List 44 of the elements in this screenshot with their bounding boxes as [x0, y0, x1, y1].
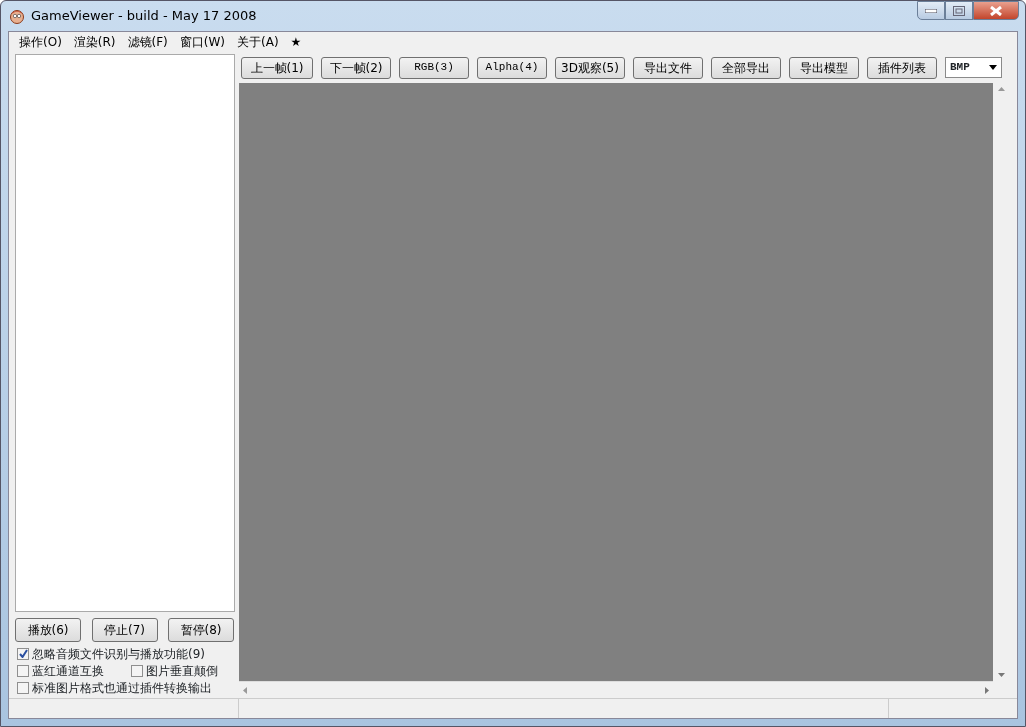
- app-icon: [9, 8, 25, 24]
- checkbox[interactable]: [17, 681, 29, 694]
- toolbar-button[interactable]: 全部导出: [711, 56, 781, 79]
- toolbar-button[interactable]: RGB(3): [399, 56, 469, 79]
- toolbar-button[interactable]: Alpha(4): [477, 56, 547, 79]
- minimize-icon: [925, 8, 937, 13]
- playback-button[interactable]: 暂停(8): [168, 618, 234, 642]
- menu-item[interactable]: 渲染(R): [67, 33, 122, 51]
- menu-item[interactable]: ★: [284, 33, 308, 51]
- playback-button[interactable]: 播放(6): [15, 618, 81, 642]
- menu-item[interactable]: 关于(A): [231, 33, 285, 51]
- close-button[interactable]: [973, 1, 1019, 20]
- checkbox-option[interactable]: 蓝红通道互换: [17, 662, 111, 679]
- toolbar-button[interactable]: 3D观察(5): [555, 56, 625, 79]
- checkbox[interactable]: [17, 664, 29, 677]
- checkbox[interactable]: [17, 647, 29, 660]
- maximize-button[interactable]: [945, 1, 973, 20]
- maximize-icon: [953, 5, 965, 16]
- format-select[interactable]: BMP: [945, 57, 1002, 78]
- option-label: 图片垂直颠倒: [146, 662, 218, 680]
- checkbox-option[interactable]: 忽略音频文件识别与播放功能(9): [17, 645, 235, 662]
- scroll-down-icon[interactable]: [997, 673, 1005, 677]
- checkbox-option[interactable]: 图片垂直颠倒: [131, 662, 218, 679]
- toolbar-button[interactable]: 下一帧(2): [321, 56, 391, 79]
- option-label: 忽略音频文件识别与播放功能(9): [32, 645, 205, 663]
- checkbox[interactable]: [131, 664, 143, 677]
- scroll-left-icon[interactable]: [243, 686, 247, 694]
- close-icon: [989, 5, 1003, 16]
- scroll-right-icon[interactable]: [985, 686, 989, 694]
- menu-item[interactable]: 操作(O): [13, 33, 68, 51]
- toolbar-button[interactable]: 插件列表: [867, 56, 937, 79]
- playback-button[interactable]: 停止(7): [91, 618, 158, 642]
- menu-item[interactable]: 窗口(W): [173, 33, 231, 51]
- scroll-up-icon[interactable]: [997, 87, 1005, 91]
- option-label: 蓝红通道互换: [32, 662, 104, 680]
- window-title: GameViewer - build - May 17 2008: [31, 7, 257, 26]
- caret-icon: [989, 65, 997, 70]
- option-label: 标准图片格式也通过插件转换输出: [32, 679, 212, 697]
- toolbar-button[interactable]: 导出模型: [789, 56, 859, 79]
- toolbar-button[interactable]: 上一帧(1): [241, 56, 313, 79]
- checkbox-option[interactable]: 标准图片格式也通过插件转换输出: [17, 679, 235, 696]
- menu-item[interactable]: 滤镜(F): [121, 33, 174, 51]
- minimize-button[interactable]: [917, 1, 945, 20]
- toolbar-button[interactable]: 导出文件: [633, 56, 703, 79]
